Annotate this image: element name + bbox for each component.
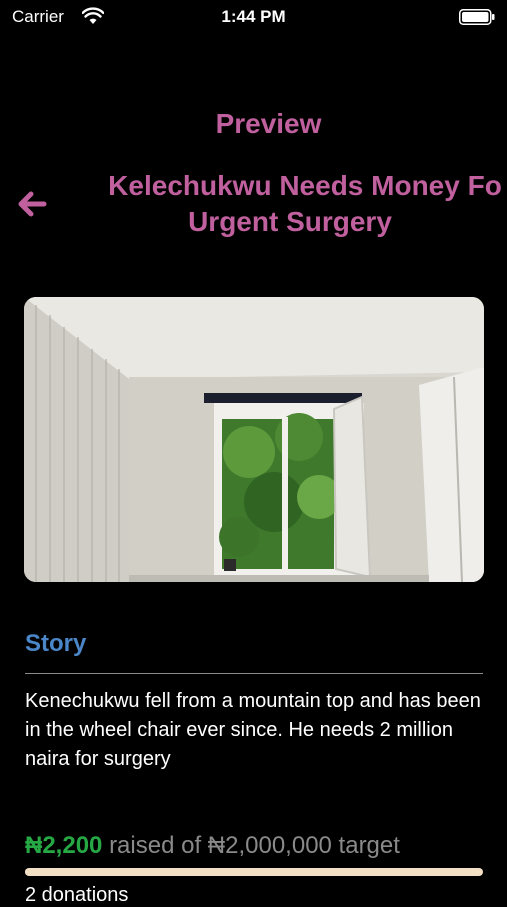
campaign-photo xyxy=(24,297,484,582)
donations-count: 2 donations xyxy=(25,884,129,906)
funding-summary: ₦2,200 raised of ₦2,000,000 target xyxy=(25,832,400,860)
clock: 1:44 PM xyxy=(221,7,286,26)
campaign-title: Kelechukwu Needs Money Fo Urgent Surgery xyxy=(90,168,507,248)
progress-fill xyxy=(25,868,26,876)
campaign-title-line-2: Urgent Surgery xyxy=(188,206,392,237)
progress-bar xyxy=(25,868,483,876)
raised-amount: ₦2,200 xyxy=(25,832,103,859)
divider xyxy=(25,673,483,674)
arrow-left-icon[interactable] xyxy=(14,186,50,222)
raised-target: raised of ₦2,000,000 target xyxy=(109,832,400,859)
battery-icon xyxy=(459,9,495,25)
story-text: Kenechukwu fell from a mountain top and … xyxy=(25,690,481,770)
page-title: Preview xyxy=(215,108,322,139)
campaign-title-line-1: Kelechukwu Needs Money Fo xyxy=(108,170,502,201)
story-heading: Story xyxy=(25,630,87,657)
status-bar: Carrier 1:44 PM xyxy=(0,0,507,36)
